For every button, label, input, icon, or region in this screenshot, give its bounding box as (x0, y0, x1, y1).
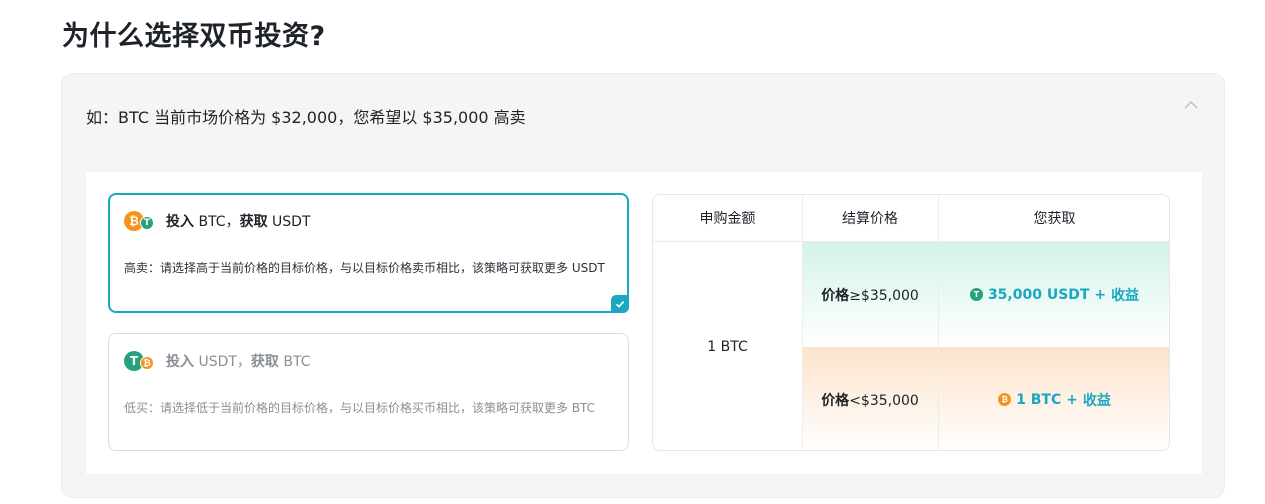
page-title: 为什么选择双币投资? (62, 21, 326, 52)
option-buy-low[interactable]: T ₿ 投入 USDT，获取 BTC 低买：请选择低于当前价格的目标价格，与以目… (108, 333, 629, 451)
table-cell-get-low: ₿ 1 BTC + 收益 (938, 347, 1169, 450)
option-description: 高卖：请选择高于当前价格的目标价格，与以目标价格卖币相比，该策略可获取更多 US… (124, 261, 605, 275)
option-title: 投入 BTC，获取 USDT (166, 214, 311, 230)
table-cell-price-high: 价格≥$35,000 (802, 242, 938, 347)
btc-icon: ₿ (998, 393, 1012, 406)
table-divider (802, 195, 803, 450)
faq-question[interactable]: 如：BTC 当前市场价格为 $32,000，您希望以 $35,000 高卖 (86, 104, 526, 128)
btc-icon: ₿ (140, 356, 154, 370)
option-description: 低买：请选择低于当前价格的目标价格，与以目标价格买币相比，该策略可获取更多 BT… (124, 401, 596, 415)
usdt-icon: T (140, 216, 154, 230)
usdt-icon: T (969, 288, 983, 301)
table-divider (938, 195, 939, 450)
option-title: 投入 USDT，获取 BTC (166, 354, 311, 370)
faq-card: 如：BTC 当前市场价格为 $32,000，您希望以 $35,000 高卖 ₿ … (61, 73, 1225, 498)
option-header: ₿ T 投入 BTC，获取 USDT (124, 210, 311, 232)
table-header-settle-price: 结算价格 (802, 195, 938, 242)
table-cell-price-low: 价格<$35,000 (802, 347, 938, 450)
example-panel: ₿ T 投入 BTC，获取 USDT 高卖：请选择高于当前价格的目标价格，与以目… (86, 172, 1202, 474)
check-icon (611, 295, 629, 313)
table-cell-amount: 1 BTC (707, 339, 748, 355)
table-header-you-get: 您获取 (938, 195, 1169, 242)
usdt-btc-pair-icon: T ₿ (124, 350, 158, 372)
option-header: T ₿ 投入 USDT，获取 BTC (124, 350, 311, 372)
table-cell-get-high: T 35,000 USDT + 收益 (938, 242, 1169, 347)
btc-usdt-pair-icon: ₿ T (124, 210, 158, 232)
settlement-table: 申购金额 结算价格 您获取 1 BTC 价格≥$35,000 T 35,000 … (652, 194, 1170, 451)
table-header-amount: 申购金额 (653, 195, 802, 242)
option-sell-high[interactable]: ₿ T 投入 BTC，获取 USDT 高卖：请选择高于当前价格的目标价格，与以目… (108, 193, 629, 313)
chevron-up-icon[interactable] (1182, 96, 1200, 114)
